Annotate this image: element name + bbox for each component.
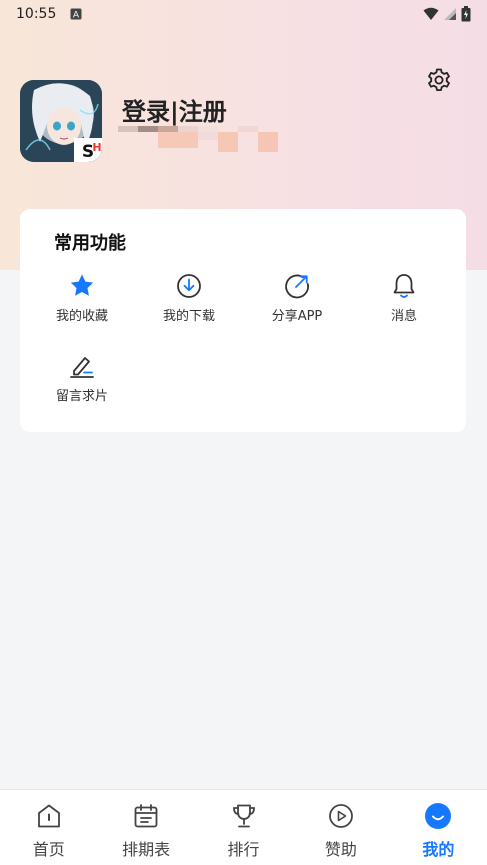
avatar[interactable]: S H: [20, 80, 102, 162]
star-icon: [70, 274, 94, 296]
svg-text:A: A: [73, 11, 80, 21]
common-functions-card: 常用功能 我的收藏 我的下载 分享APP 消息 留言求片: [20, 209, 466, 432]
trophy-icon: [232, 804, 255, 828]
blurred-user-info: [118, 124, 288, 154]
signal-icon: [443, 7, 457, 21]
my-favorites-button[interactable]: 我的收藏: [37, 272, 127, 324]
tab-schedule-label: 排期表: [122, 840, 171, 859]
request-movie-button[interactable]: 留言求片: [37, 352, 127, 404]
messages-label: 消息: [390, 309, 417, 324]
my-favorites-label: 我的收藏: [55, 309, 108, 324]
tab-sponsor[interactable]: 赞助: [292, 790, 389, 865]
status-time: 10:55: [16, 6, 57, 22]
request-movie-label: 留言求片: [55, 389, 108, 404]
tab-home[interactable]: 首页: [0, 790, 97, 865]
messages-button[interactable]: 消息: [359, 272, 449, 324]
login-register-link[interactable]: 登录|注册: [122, 92, 227, 127]
play-circle-icon: [329, 804, 353, 828]
card-title: 常用功能: [54, 233, 126, 254]
tab-ranking[interactable]: 排行: [195, 790, 292, 865]
avatar-illustration: S H: [20, 80, 102, 162]
status-bar: 10:55 A: [0, 0, 487, 28]
tab-home-label: 首页: [32, 840, 65, 859]
bell-icon: [393, 274, 415, 298]
gear-icon: [428, 68, 450, 91]
settings-button[interactable]: [425, 66, 453, 94]
download-icon: [177, 274, 201, 298]
profile-icon: [425, 803, 452, 829]
tab-mine[interactable]: 我的: [390, 790, 487, 865]
tab-mine-label: 我的: [422, 840, 455, 859]
tab-ranking-label: 排行: [227, 840, 260, 859]
home-icon: [37, 804, 60, 828]
wifi-icon: [423, 7, 439, 21]
battery-icon: [461, 6, 471, 22]
tab-sponsor-label: 赞助: [324, 840, 357, 859]
calendar-icon: [134, 804, 158, 828]
share-app-button[interactable]: 分享APP: [252, 272, 342, 324]
svg-text:H: H: [92, 141, 101, 154]
share-icon: [285, 274, 309, 299]
bottom-tab-bar: 首页 排期表 排行 赞助 我的: [0, 789, 487, 865]
tab-schedule[interactable]: 排期表: [97, 790, 194, 865]
edit-icon: [70, 357, 94, 378]
my-downloads-label: 我的下载: [162, 309, 215, 324]
my-downloads-button[interactable]: 我的下载: [144, 272, 234, 324]
share-app-label: 分享APP: [271, 309, 323, 324]
keyboard-a-icon: A: [70, 8, 82, 20]
